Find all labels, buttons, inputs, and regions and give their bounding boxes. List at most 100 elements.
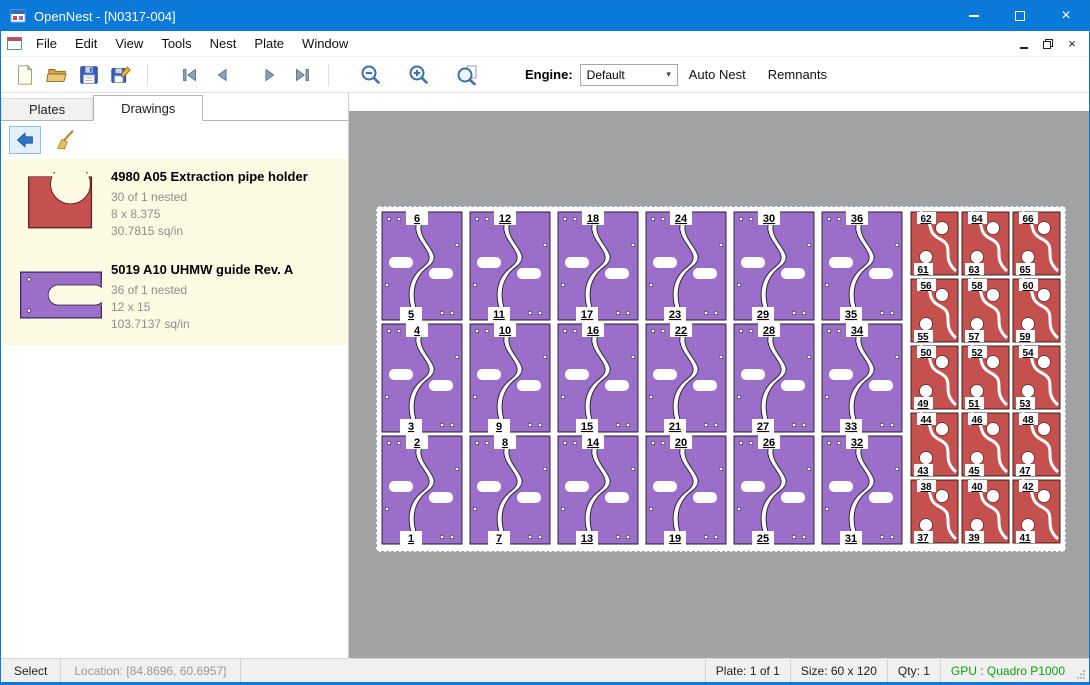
drawing-info: 5019 A10 UHMW guide Rev. A 36 of 1 neste…: [109, 262, 293, 333]
nest-cell-purple[interactable]: 2221: [646, 323, 726, 433]
svg-text:62: 62: [920, 214, 932, 225]
nest-cell-purple[interactable]: 3029: [734, 211, 814, 321]
svg-text:33: 33: [845, 421, 857, 433]
nest-cell-purple[interactable]: 21: [382, 435, 462, 545]
auto-nest-button[interactable]: Auto Nest: [678, 67, 757, 82]
menu-item-window[interactable]: Window: [293, 33, 357, 55]
mdi-restore-icon: [1043, 39, 1053, 49]
svg-text:47: 47: [1019, 466, 1031, 477]
clear-button[interactable]: [49, 126, 81, 154]
nest-cell-purple[interactable]: 2827: [734, 323, 814, 433]
chevron-down-icon[interactable]: ▾: [661, 69, 677, 80]
nest-cell-red[interactable]: 4847: [1013, 413, 1060, 477]
tab-plates[interactable]: Plates: [1, 98, 93, 120]
nest-cell-red[interactable]: 4645: [962, 413, 1009, 477]
nav-prev-button[interactable]: [206, 61, 238, 89]
nest-cell-purple[interactable]: 1615: [558, 323, 638, 433]
open-button[interactable]: [41, 61, 73, 89]
svg-text:53: 53: [1019, 399, 1031, 410]
svg-text:32: 32: [851, 437, 863, 449]
part-thumbnail: [13, 169, 109, 240]
nest-canvas[interactable]: 6512111817242330293635431091615222128273…: [349, 93, 1089, 658]
svg-text:43: 43: [917, 466, 929, 477]
nest-cell-red[interactable]: 64 63: [962, 212, 1009, 276]
nest-cell-red[interactable]: 3837: [911, 480, 958, 544]
drawings-list: 4980 A05 Extraction pipe holder 30 of 1 …: [1, 159, 348, 658]
save-as-button[interactable]: [105, 61, 137, 89]
nest-cell-red[interactable]: 5453: [1013, 346, 1060, 410]
engine-select[interactable]: Default ▾: [580, 64, 678, 86]
zoom-out-icon: [359, 63, 383, 87]
nest-cell-red[interactable]: 6261: [911, 212, 958, 276]
maximize-button[interactable]: [997, 1, 1043, 31]
svg-text:59: 59: [1019, 332, 1031, 343]
menu-item-plate[interactable]: Plate: [245, 33, 293, 55]
status-qty: Qty: 1: [887, 659, 940, 682]
nest-cell-red[interactable]: 6665: [1013, 212, 1060, 276]
nest-cell-red[interactable]: 6059: [1013, 279, 1060, 343]
tab-drawings[interactable]: Drawings: [93, 95, 203, 121]
nest-cell-purple[interactable]: 3433: [822, 323, 902, 433]
nest-cell-purple[interactable]: 2423: [646, 211, 726, 321]
svg-text:13: 13: [581, 533, 593, 545]
remnants-button[interactable]: Remnants: [757, 67, 838, 82]
nest-cell-red[interactable]: 56 55: [911, 279, 958, 343]
new-button[interactable]: [9, 61, 41, 89]
nest-cell-purple[interactable]: 3635: [822, 211, 902, 321]
svg-text:25: 25: [757, 533, 769, 545]
nest-cell-red[interactable]: 5857: [962, 279, 1009, 343]
mdi-minimize-button[interactable]: [1015, 35, 1033, 53]
nav-first-button[interactable]: [174, 61, 206, 89]
menu-item-tools[interactable]: Tools: [152, 33, 200, 55]
nest-cell-purple[interactable]: 43: [382, 323, 462, 433]
menu-item-edit[interactable]: Edit: [66, 33, 106, 55]
svg-text:26: 26: [763, 437, 775, 449]
nest-cell-purple[interactable]: 1413: [558, 435, 638, 545]
resize-grip[interactable]: [1075, 659, 1089, 682]
next-icon: [259, 64, 281, 86]
part-thumbnail: [13, 262, 109, 333]
document-icon: [7, 37, 22, 50]
return-part-button[interactable]: [9, 126, 41, 154]
nest-cell-red[interactable]: 4443: [911, 413, 958, 477]
mdi-restore-button[interactable]: [1039, 35, 1057, 53]
close-button[interactable]: ×: [1043, 1, 1089, 31]
menu-bar: File Edit View Tools Nest Plate Window ×: [1, 31, 1089, 57]
nest-cell-purple[interactable]: 109: [470, 323, 550, 433]
nest-cell-red[interactable]: 4039: [962, 480, 1009, 544]
drawing-item[interactable]: 5019 A10 UHMW guide Rev. A 36 of 1 neste…: [1, 252, 348, 345]
zoom-out-button[interactable]: [355, 61, 387, 89]
drawing-nested: 30 of 1 nested: [111, 189, 308, 206]
nest-cell-purple[interactable]: 26 25: [734, 435, 814, 545]
nest-cell-purple[interactable]: 65: [382, 211, 462, 321]
drawing-area: 30.7815 sq/in: [111, 223, 308, 240]
svg-text:63: 63: [968, 265, 980, 276]
svg-text:55: 55: [917, 332, 929, 343]
menu-item-view[interactable]: View: [106, 33, 152, 55]
zoom-in-button[interactable]: [403, 61, 435, 89]
nest-cell-purple[interactable]: 87: [470, 435, 550, 545]
nest-cell-purple[interactable]: 1211: [470, 211, 550, 321]
nest-cell-purple[interactable]: 1817: [558, 211, 638, 321]
svg-text:10: 10: [499, 325, 511, 337]
nest-cell-red[interactable]: 4241: [1013, 480, 1060, 544]
nav-last-button[interactable]: [286, 61, 318, 89]
nest-cell-red[interactable]: 5049: [911, 346, 958, 410]
svg-text:3: 3: [408, 421, 414, 433]
nest-cell-purple[interactable]: 2019: [646, 435, 726, 545]
mdi-close-button[interactable]: ×: [1063, 35, 1081, 53]
menu-item-file[interactable]: File: [27, 33, 66, 55]
zoom-fit-button[interactable]: [451, 61, 483, 89]
svg-text:36: 36: [851, 213, 863, 225]
open-folder-icon: [46, 64, 68, 86]
svg-text:64: 64: [971, 214, 983, 225]
save-button[interactable]: [73, 61, 105, 89]
svg-text:56: 56: [920, 281, 932, 292]
drawing-item[interactable]: 4980 A05 Extraction pipe holder 30 of 1 …: [1, 159, 348, 252]
minimize-button[interactable]: [951, 1, 997, 31]
nest-cell-purple[interactable]: 3231: [822, 435, 902, 545]
nav-next-button[interactable]: [254, 61, 286, 89]
menu-item-nest[interactable]: Nest: [201, 33, 246, 55]
nest-cell-red[interactable]: 5251: [962, 346, 1009, 410]
plate[interactable]: 6512111817242330293635431091615222128273…: [376, 206, 1066, 552]
